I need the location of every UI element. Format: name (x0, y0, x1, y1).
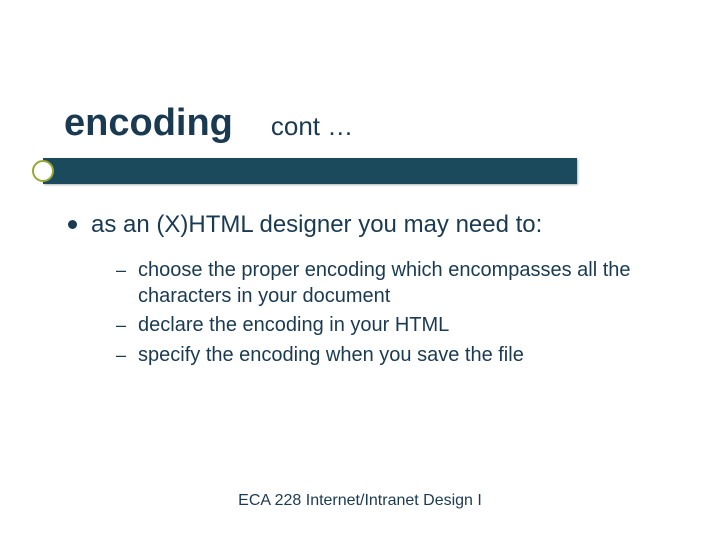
bullet-disc-icon (68, 220, 77, 229)
divider-rect (43, 158, 577, 184)
footer-text: ECA 228 Internet/Intranet Design I (0, 492, 720, 510)
divider-bar (32, 156, 577, 186)
slide: encoding cont … as an (X)HTML designer y… (0, 0, 720, 540)
bullet-dash-icon: – (116, 260, 126, 281)
sub-bullet-text: specify the encoding when you save the f… (138, 343, 524, 369)
main-bullet: as an (X)HTML designer you may need to: (68, 210, 680, 240)
slide-title: encoding (64, 102, 233, 145)
list-item: – choose the proper encoding which encom… (116, 258, 680, 309)
sub-bullet-text: choose the proper encoding which encompa… (138, 258, 680, 309)
bullet-dash-icon: – (116, 345, 126, 366)
slide-subtitle: cont … (271, 111, 353, 142)
title-area: encoding cont … (64, 102, 353, 145)
content-area: as an (X)HTML designer you may need to: … (68, 210, 680, 372)
sub-bullet-text: declare the encoding in your HTML (138, 313, 449, 339)
main-bullet-text: as an (X)HTML designer you may need to: (91, 210, 542, 240)
list-item: – specify the encoding when you save the… (116, 343, 680, 369)
bullet-dash-icon: – (116, 315, 126, 336)
divider-circle-icon (32, 160, 54, 182)
sub-bullet-list: – choose the proper encoding which encom… (116, 258, 680, 368)
list-item: – declare the encoding in your HTML (116, 313, 680, 339)
